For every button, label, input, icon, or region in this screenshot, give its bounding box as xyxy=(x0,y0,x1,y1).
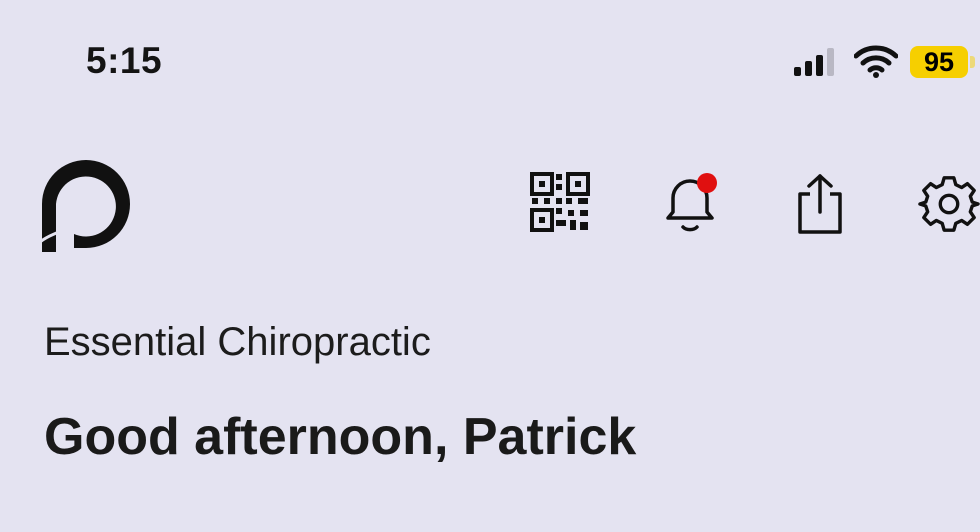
qr-code-icon[interactable] xyxy=(530,172,590,232)
battery-icon: 95 xyxy=(910,46,968,78)
share-icon[interactable] xyxy=(792,172,848,236)
status-bar: 5:15 95 xyxy=(0,0,980,110)
status-time: 5:15 xyxy=(86,40,163,81)
signal-icon xyxy=(794,48,834,76)
clinic-name: Essential Chiropractic xyxy=(44,320,431,364)
battery-cap xyxy=(970,56,975,68)
wifi-icon xyxy=(854,45,898,78)
bell-icon[interactable] xyxy=(660,172,724,236)
app-logo xyxy=(38,160,130,252)
greeting-heading: Good afternoon, Patrick xyxy=(44,408,637,466)
gear-icon[interactable] xyxy=(918,172,980,236)
notification-dot xyxy=(697,173,717,193)
